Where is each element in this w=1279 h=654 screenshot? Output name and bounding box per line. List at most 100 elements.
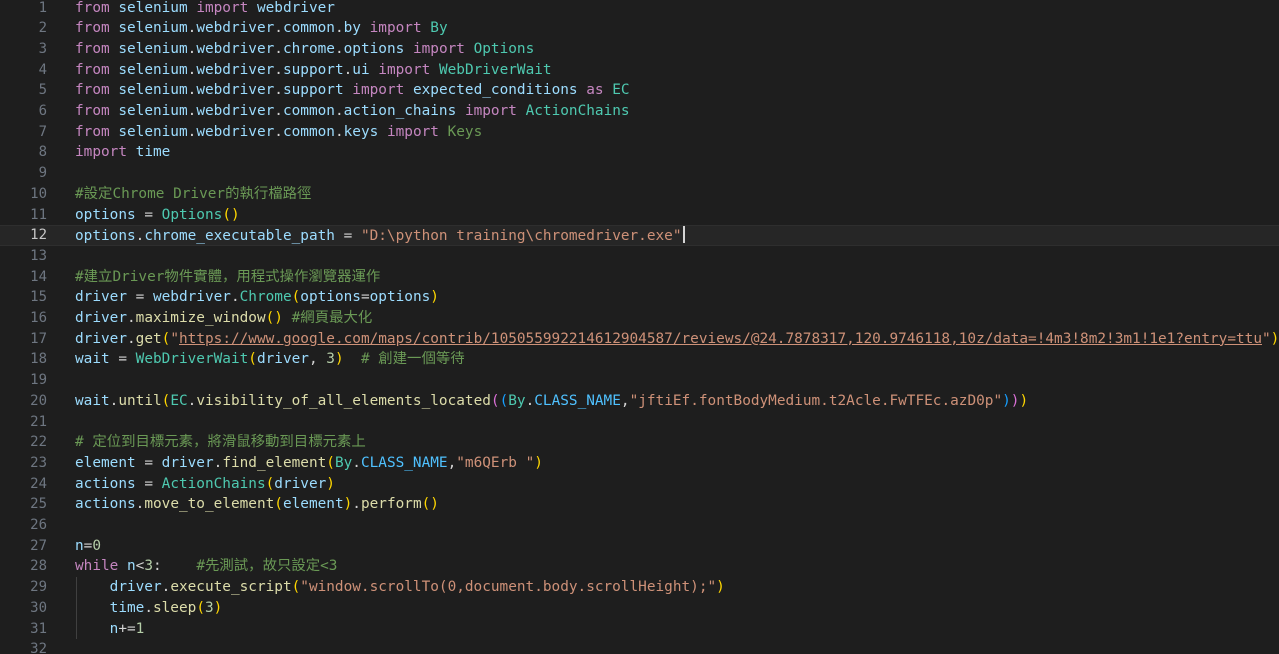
code-line[interactable]: 11 options = Options() bbox=[0, 205, 1279, 226]
code-token: By bbox=[430, 20, 448, 37]
code-editor[interactable]: 1 from selenium import webdriver 2 from sel… bbox=[0, 0, 1279, 654]
code-token: import bbox=[378, 61, 431, 78]
code-line[interactable]: 12 options.chrome_executable_path = "D:\p… bbox=[0, 225, 1279, 246]
code-token: selenium bbox=[118, 61, 188, 78]
code-token: ( bbox=[490, 392, 500, 409]
line-number: 6 bbox=[38, 103, 47, 119]
code-token: import bbox=[386, 123, 439, 140]
code-token: Options bbox=[473, 40, 535, 57]
code-token: . bbox=[274, 20, 283, 37]
code-text: driver.maximize_window() #網頁最大化 bbox=[75, 308, 372, 329]
code-token: = bbox=[109, 351, 136, 368]
code-token: EC bbox=[612, 82, 630, 99]
code-line[interactable]: 19 bbox=[0, 370, 1279, 391]
code-line[interactable]: 32 bbox=[0, 639, 1279, 654]
code-token: driver bbox=[75, 289, 127, 306]
code-token: . bbox=[187, 82, 197, 99]
code-line[interactable]: 22 # 定位到目標元素，將滑鼠移動到目標元素上 bbox=[0, 432, 1279, 453]
code-line[interactable]: 17 driver.get("https://www.google.com/map… bbox=[0, 329, 1279, 350]
code-token: sleep bbox=[152, 599, 197, 616]
line-number: 24 bbox=[30, 475, 47, 492]
line-number: 19 bbox=[30, 372, 47, 389]
code-token: ( bbox=[248, 351, 257, 368]
code-token: . bbox=[334, 40, 344, 57]
code-token: , bbox=[447, 454, 457, 471]
code-line[interactable]: 24 actions = ActionChains(driver) bbox=[0, 474, 1279, 495]
code-line[interactable]: 1 from selenium import webdriver bbox=[0, 0, 1279, 18]
code-line[interactable]: 3 from selenium.webdriver.chrome.options … bbox=[0, 39, 1279, 60]
code-token: time bbox=[109, 599, 145, 616]
line-number: 9 bbox=[38, 165, 47, 182]
code-text: n=0 bbox=[75, 536, 101, 557]
line-number: 27 bbox=[30, 537, 47, 554]
code-token: from bbox=[75, 82, 110, 99]
code-text: from selenium.webdriver.support import e… bbox=[75, 80, 630, 101]
code-token: CLASS_NAME bbox=[534, 392, 621, 409]
code-line[interactable]: 27 n=0 bbox=[0, 536, 1279, 557]
line-number: 8 bbox=[38, 144, 47, 161]
code-line[interactable]: 9 bbox=[0, 163, 1279, 184]
code-line[interactable]: 15 driver = webdriver.Chrome(options=opti… bbox=[0, 287, 1279, 308]
code-line[interactable]: 31 n+=1 bbox=[0, 619, 1279, 640]
code-token: webdriver bbox=[256, 0, 335, 16]
code-token: () bbox=[222, 206, 240, 223]
code-token: . bbox=[343, 61, 353, 78]
code-line[interactable]: 16 driver.maximize_window() #網頁最大化 bbox=[0, 308, 1279, 329]
code-token: by bbox=[343, 20, 361, 37]
code-line[interactable]: 10 #設定Chrome Driver的執行檔路徑 bbox=[0, 184, 1279, 205]
code-line[interactable]: 13 bbox=[0, 246, 1279, 267]
line-number: 22 bbox=[30, 434, 47, 451]
code-token: "jftiEf.fontBodyMedium.t2Acle.FwTFEc.azD… bbox=[629, 392, 1003, 409]
code-line[interactable]: 20 wait.until(EC.visibility_of_all_elemen… bbox=[0, 391, 1279, 412]
code-line[interactable]: 2 from selenium.webdriver.common.by impor… bbox=[0, 18, 1279, 39]
code-line[interactable]: 18 wait = WebDriverWait(driver, 3) # 創建一個… bbox=[0, 349, 1279, 370]
code-token: ActionChains bbox=[161, 475, 266, 492]
code-line[interactable]: 30 time.sleep(3) bbox=[0, 598, 1279, 619]
code-token: from bbox=[75, 40, 110, 57]
code-token: = bbox=[334, 228, 361, 245]
code-token: ) bbox=[213, 599, 223, 616]
code-line[interactable]: 8 import time bbox=[0, 142, 1279, 163]
code-line[interactable]: 5 from selenium.webdriver.support import … bbox=[0, 80, 1279, 101]
code-token: actions bbox=[75, 496, 136, 513]
code-token: wait bbox=[75, 392, 110, 409]
code-line[interactable]: 25 actions.move_to_element(element).perfo… bbox=[0, 494, 1279, 515]
code-token: webdriver bbox=[196, 123, 275, 140]
code-token: get bbox=[135, 330, 162, 347]
code-text: options = Options() bbox=[75, 205, 240, 226]
code-line[interactable]: 29 driver.execute_script("window.scrollT… bbox=[0, 577, 1279, 598]
code-token: expected_conditions bbox=[412, 82, 578, 99]
code-line[interactable]: 28 while n<3: #先測試，故只設定<3 bbox=[0, 556, 1279, 577]
line-number: 14 bbox=[30, 268, 47, 285]
code-token: time bbox=[135, 144, 171, 161]
code-token: import bbox=[412, 40, 465, 57]
code-token: #設定Chrome Driver的執行檔路徑 bbox=[75, 185, 312, 202]
code-token: while bbox=[75, 558, 119, 575]
code-line[interactable]: 26 bbox=[0, 515, 1279, 536]
code-line[interactable]: 7 from selenium.webdriver.common.keys imp… bbox=[0, 122, 1279, 143]
code-line[interactable]: 14 #建立Driver物件實體，用程式操作瀏覽器運作 bbox=[0, 267, 1279, 288]
code-token: from bbox=[75, 123, 110, 140]
code-line[interactable]: 4 from selenium.webdriver.support.ui impo… bbox=[0, 60, 1279, 81]
code-line[interactable]: 6 from selenium.webdriver.common.action_c… bbox=[0, 101, 1279, 122]
code-token: driver bbox=[109, 579, 162, 596]
code-line[interactable]: 21 bbox=[0, 412, 1279, 433]
line-number: 21 bbox=[30, 413, 47, 430]
code-token: . bbox=[161, 579, 171, 596]
code-token: ( bbox=[265, 475, 275, 492]
code-text: n+=1 bbox=[75, 619, 145, 640]
code-token: . bbox=[352, 454, 361, 471]
code-token: . bbox=[187, 123, 197, 140]
code-line[interactable]: 23 element = driver.find_element(By.CLASS… bbox=[0, 453, 1279, 474]
code-token: . bbox=[187, 40, 197, 57]
